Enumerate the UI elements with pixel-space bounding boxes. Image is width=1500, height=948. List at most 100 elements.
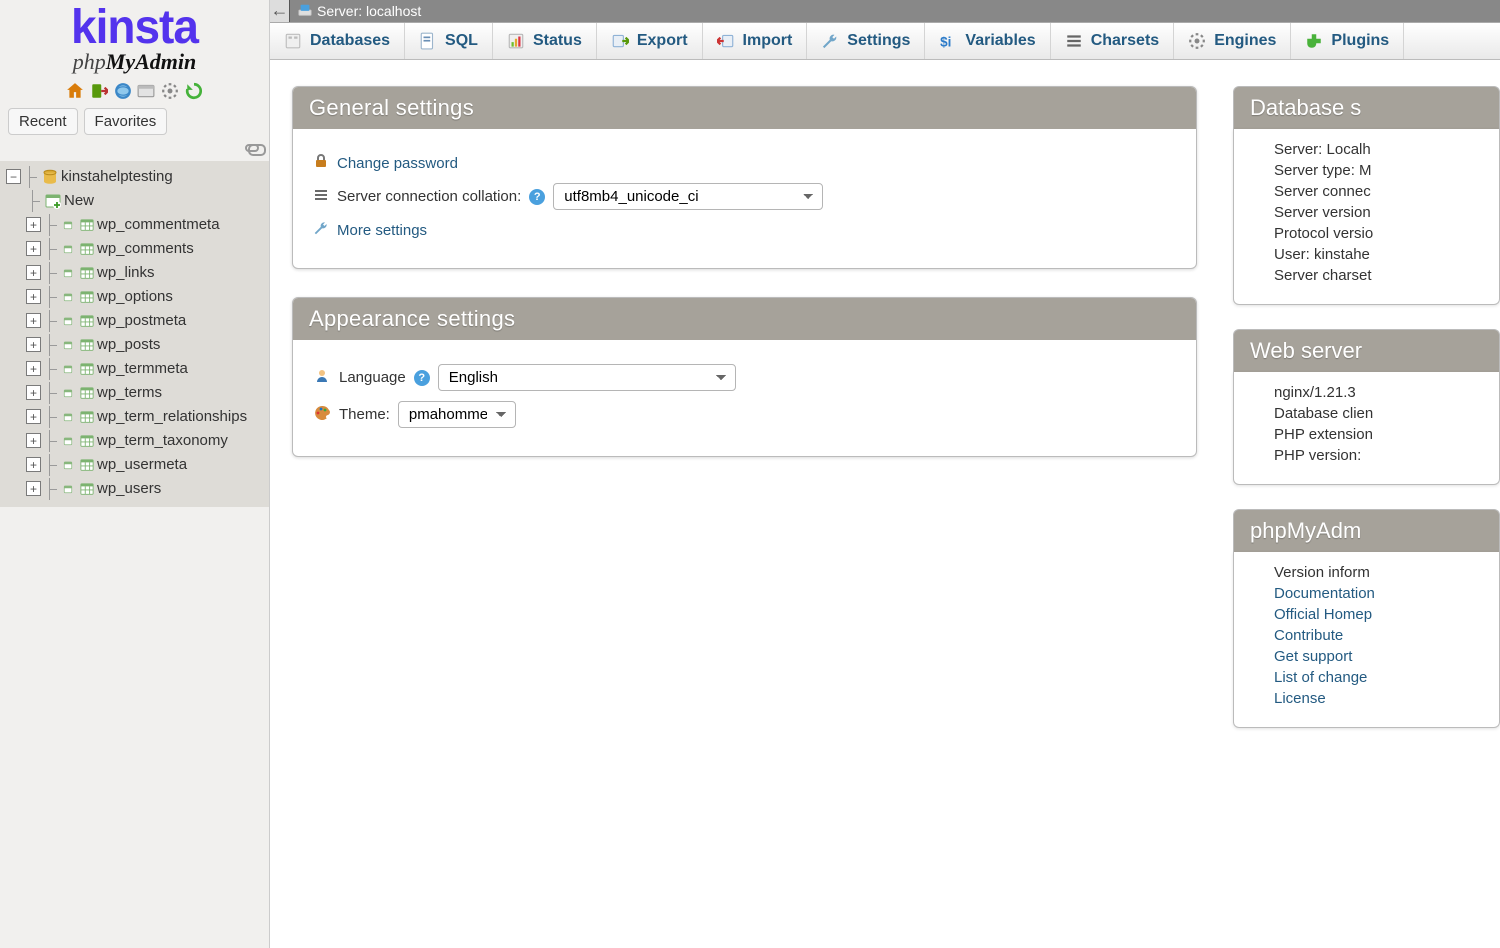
tab-label: SQL bbox=[445, 32, 478, 50]
tab-export[interactable]: Export bbox=[597, 23, 703, 59]
tab-recent[interactable]: Recent bbox=[8, 108, 78, 135]
theme-palette-icon bbox=[313, 404, 331, 426]
tree-table-row[interactable]: + wp_terms bbox=[4, 381, 269, 405]
tree-table-row[interactable]: + wp_comments bbox=[4, 237, 269, 261]
settings-icon bbox=[821, 32, 839, 50]
tab-sql[interactable]: SQL bbox=[405, 23, 493, 59]
table-icon bbox=[80, 458, 94, 472]
top-tabs: Databases SQL Status Export Import Settings $i… bbox=[270, 22, 1500, 60]
tree-db-row[interactable]: − kinstahelptesting bbox=[4, 165, 269, 189]
expand-toggle[interactable]: + bbox=[26, 289, 41, 304]
expand-toggle[interactable]: + bbox=[26, 481, 41, 496]
expand-toggle[interactable]: + bbox=[26, 217, 41, 232]
logout-icon[interactable] bbox=[90, 82, 108, 100]
nav-panel-tabs: Recent Favorites bbox=[0, 104, 269, 137]
export-icon bbox=[611, 32, 629, 50]
expand-toggle[interactable]: + bbox=[26, 385, 41, 400]
general-settings-title: General settings bbox=[293, 87, 1196, 129]
expand-toggle[interactable]: + bbox=[26, 409, 41, 424]
home-icon[interactable] bbox=[66, 82, 84, 100]
change-password-link[interactable]: Change password bbox=[337, 155, 458, 172]
tab-plugins[interactable]: Plugins bbox=[1291, 23, 1404, 59]
variables-icon: $i bbox=[939, 32, 957, 50]
help-icon[interactable]: ? bbox=[414, 370, 430, 386]
status-icon bbox=[507, 32, 525, 50]
table-icon bbox=[80, 482, 94, 496]
docs-icon[interactable] bbox=[114, 82, 132, 100]
tab-charsets[interactable]: Charsets bbox=[1051, 23, 1174, 59]
table-icon bbox=[80, 290, 94, 304]
info-item: nginx/1.21.3 bbox=[1274, 384, 1499, 401]
tab-engines[interactable]: Engines bbox=[1174, 23, 1291, 59]
settings-cog-icon[interactable] bbox=[161, 82, 179, 100]
collapse-toggle[interactable]: − bbox=[6, 169, 21, 184]
nav-collapse-toggle[interactable] bbox=[0, 137, 269, 161]
tree-table-row[interactable]: + wp_termmeta bbox=[4, 357, 269, 381]
help-icon[interactable]: ? bbox=[529, 189, 545, 205]
collation-select[interactable]: utf8mb4_unicode_ci bbox=[553, 183, 823, 210]
table-mini-icon bbox=[62, 387, 74, 399]
database-tree: − kinstahelptesting New+ wp_commentmeta+… bbox=[0, 161, 269, 507]
tab-settings[interactable]: Settings bbox=[807, 23, 925, 59]
table-icon bbox=[80, 362, 94, 376]
expand-toggle[interactable]: + bbox=[26, 433, 41, 448]
expand-toggle[interactable]: + bbox=[26, 457, 41, 472]
info-item[interactable]: Documentation bbox=[1274, 585, 1499, 602]
new-table-icon bbox=[45, 193, 61, 209]
tab-import[interactable]: Import bbox=[703, 23, 808, 59]
breadcrumb-bar: ← Server: localhost bbox=[270, 0, 1500, 22]
breadcrumb-back-button[interactable]: ← bbox=[270, 0, 290, 22]
info-item: PHP version: bbox=[1274, 447, 1499, 464]
table-mini-icon bbox=[62, 315, 74, 327]
table-icon bbox=[80, 242, 94, 256]
table-icon bbox=[80, 218, 94, 232]
table-mini-icon bbox=[62, 339, 74, 351]
sql-icon bbox=[419, 32, 437, 50]
group-web-server: Web server nginx/1.21.3Database clienPHP… bbox=[1233, 329, 1500, 485]
theme-label: Theme: bbox=[339, 406, 390, 423]
expand-toggle[interactable]: + bbox=[26, 241, 41, 256]
info-item[interactable]: License bbox=[1274, 690, 1499, 707]
tree-table-row[interactable]: + wp_postmeta bbox=[4, 309, 269, 333]
table-icon bbox=[80, 314, 94, 328]
tree-table-label: wp_usermeta bbox=[97, 454, 187, 476]
tab-label: Settings bbox=[847, 32, 910, 50]
expand-toggle[interactable]: + bbox=[26, 337, 41, 352]
reload-icon[interactable] bbox=[185, 82, 203, 100]
tree-new-label: New bbox=[64, 190, 94, 212]
info-item: Server charset bbox=[1274, 267, 1499, 284]
tree-table-row[interactable]: + wp_term_relationships bbox=[4, 405, 269, 429]
tree-table-row[interactable]: + wp_options bbox=[4, 285, 269, 309]
language-select[interactable]: English bbox=[438, 364, 736, 391]
phpmyadmin-title: phpMyAdm bbox=[1233, 509, 1500, 552]
info-item[interactable]: List of change bbox=[1274, 669, 1499, 686]
tab-databases[interactable]: Databases bbox=[270, 23, 405, 59]
breadcrumb-server[interactable]: Server: localhost bbox=[290, 3, 429, 20]
link-icon bbox=[245, 144, 259, 152]
expand-toggle[interactable]: + bbox=[26, 313, 41, 328]
tree-new-row[interactable]: New bbox=[4, 189, 269, 213]
tree-table-row[interactable]: + wp_usermeta bbox=[4, 453, 269, 477]
tab-variables[interactable]: $iVariables bbox=[925, 23, 1050, 59]
svg-text:$i: $i bbox=[941, 35, 952, 50]
wrench-icon bbox=[313, 220, 329, 240]
table-icon bbox=[80, 410, 94, 424]
expand-toggle[interactable]: + bbox=[26, 361, 41, 376]
tree-table-row[interactable]: + wp_posts bbox=[4, 333, 269, 357]
tree-table-row[interactable]: + wp_links bbox=[4, 261, 269, 285]
more-settings-link[interactable]: More settings bbox=[337, 222, 427, 239]
tab-favorites[interactable]: Favorites bbox=[84, 108, 168, 135]
info-item: Database clien bbox=[1274, 405, 1499, 422]
tree-table-label: wp_links bbox=[97, 262, 155, 284]
expand-toggle[interactable]: + bbox=[26, 265, 41, 280]
tree-table-row[interactable]: + wp_users bbox=[4, 477, 269, 501]
tab-label: Export bbox=[637, 32, 688, 50]
info-item[interactable]: Contribute bbox=[1274, 627, 1499, 644]
info-item[interactable]: Get support bbox=[1274, 648, 1499, 665]
info-item[interactable]: Official Homep bbox=[1274, 606, 1499, 623]
tree-table-row[interactable]: + wp_term_taxonomy bbox=[4, 429, 269, 453]
theme-select[interactable]: pmahomme bbox=[398, 401, 516, 428]
sql-window-icon[interactable] bbox=[137, 82, 155, 100]
tree-table-row[interactable]: + wp_commentmeta bbox=[4, 213, 269, 237]
tab-status[interactable]: Status bbox=[493, 23, 597, 59]
